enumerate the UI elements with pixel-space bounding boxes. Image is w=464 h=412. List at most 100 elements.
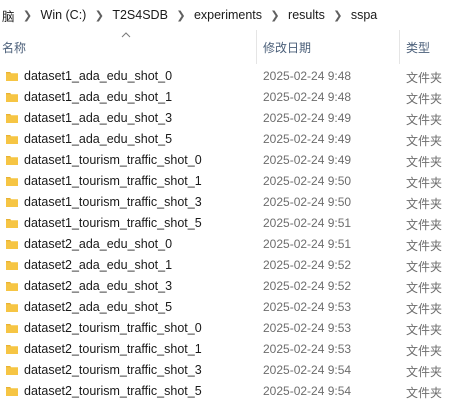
file-type: 文件夹 <box>406 197 443 211</box>
folder-icon <box>6 345 18 354</box>
column-divider[interactable] <box>399 30 400 64</box>
file-row[interactable]: dataset2_ada_edu_shot_3 2025-02-24 9:52 文件… <box>0 276 464 297</box>
file-row[interactable]: dataset2_tourism_traffic_shot_5 2025-02-2… <box>0 381 464 402</box>
file-name: dataset1_tourism_traffic_shot_0 <box>24 153 202 167</box>
file-row[interactable]: dataset2_ada_edu_shot_0 2025-02-24 9:51 文件… <box>0 234 464 255</box>
address-bar[interactable]: 脑 ❯ Win (C:) ❯ T2S4SDB ❯ experiments ❯ r… <box>0 0 464 31</box>
file-row[interactable]: dataset1_tourism_traffic_shot_3 2025-02-2… <box>0 192 464 213</box>
folder-icon <box>6 72 18 81</box>
file-type: 文件夹 <box>406 365 443 379</box>
file-row[interactable]: dataset1_ada_edu_shot_3 2025-02-24 9:49 文件… <box>0 108 464 129</box>
file-modified-date: 2025-02-24 9:51 <box>263 237 352 251</box>
file-type: 文件夹 <box>406 134 443 148</box>
folder-icon <box>6 198 18 207</box>
file-row[interactable]: dataset1_ada_edu_shot_0 2025-02-24 9:48 文件… <box>0 66 464 87</box>
column-divider[interactable] <box>256 30 257 64</box>
folder-icon <box>6 93 18 102</box>
file-modified-date: 2025-02-24 9:49 <box>263 111 352 125</box>
file-row[interactable]: dataset2_ada_edu_shot_5 2025-02-24 9:53 文件… <box>0 297 464 318</box>
file-row[interactable]: dataset1_ada_edu_shot_5 2025-02-24 9:49 文件… <box>0 129 464 150</box>
file-name: dataset1_ada_edu_shot_1 <box>24 90 173 104</box>
file-row[interactable]: dataset2_tourism_traffic_shot_3 2025-02-2… <box>0 360 464 381</box>
column-header-row: 名称 修改日期 类型 <box>0 30 464 64</box>
file-modified-date: 2025-02-24 9:50 <box>263 195 352 209</box>
file-type: 文件夹 <box>406 386 443 400</box>
file-modified-date: 2025-02-24 9:53 <box>263 321 352 335</box>
file-modified-date: 2025-02-24 9:52 <box>263 258 352 272</box>
breadcrumb-item[interactable]: 脑 <box>0 6 17 25</box>
column-header-name[interactable]: 名称 <box>2 39 26 56</box>
file-name: dataset1_ada_edu_shot_5 <box>24 132 173 146</box>
sort-ascending-icon <box>121 32 131 38</box>
file-modified-date: 2025-02-24 9:49 <box>263 132 352 146</box>
file-name: dataset2_ada_edu_shot_3 <box>24 279 173 293</box>
column-header-type[interactable]: 类型 <box>406 39 430 56</box>
breadcrumb-item[interactable]: experiments <box>192 8 264 22</box>
folder-icon <box>6 366 18 375</box>
file-modified-date: 2025-02-24 9:53 <box>263 342 352 356</box>
file-name: dataset2_tourism_traffic_shot_5 <box>24 384 202 398</box>
file-row[interactable]: dataset1_tourism_traffic_shot_0 2025-02-2… <box>0 150 464 171</box>
file-type: 文件夹 <box>406 113 443 127</box>
breadcrumb-item[interactable]: results <box>286 8 327 22</box>
file-modified-date: 2025-02-24 9:52 <box>263 279 352 293</box>
file-type: 文件夹 <box>406 92 443 106</box>
file-modified-date: 2025-02-24 9:49 <box>263 153 352 167</box>
file-modified-date: 2025-02-24 9:51 <box>263 216 352 230</box>
chevron-right-icon[interactable]: ❯ <box>170 9 192 22</box>
file-type: 文件夹 <box>406 323 443 337</box>
file-name: dataset2_tourism_traffic_shot_1 <box>24 342 202 356</box>
file-row[interactable]: dataset1_ada_edu_shot_1 2025-02-24 9:48 文件… <box>0 87 464 108</box>
file-type: 文件夹 <box>406 344 443 358</box>
file-name: dataset1_tourism_traffic_shot_3 <box>24 195 202 209</box>
folder-icon <box>6 387 18 396</box>
file-name: dataset1_tourism_traffic_shot_5 <box>24 216 202 230</box>
file-name: dataset2_ada_edu_shot_5 <box>24 300 173 314</box>
chevron-right-icon[interactable]: ❯ <box>17 9 39 22</box>
chevron-right-icon[interactable]: ❯ <box>88 9 110 22</box>
file-type: 文件夹 <box>406 302 443 316</box>
file-row[interactable]: dataset1_tourism_traffic_shot_5 2025-02-2… <box>0 213 464 234</box>
file-type: 文件夹 <box>406 260 443 274</box>
breadcrumb-item[interactable]: T2S4SDB <box>110 8 170 22</box>
file-name: dataset2_tourism_traffic_shot_0 <box>24 321 202 335</box>
file-name: dataset1_tourism_traffic_shot_1 <box>24 174 202 188</box>
file-type: 文件夹 <box>406 155 443 169</box>
file-modified-date: 2025-02-24 9:54 <box>263 363 352 377</box>
folder-icon <box>6 324 18 333</box>
file-type: 文件夹 <box>406 239 443 253</box>
breadcrumb-item[interactable]: sspa <box>349 8 379 22</box>
folder-icon <box>6 177 18 186</box>
chevron-right-icon[interactable]: ❯ <box>264 9 286 22</box>
file-name: dataset1_ada_edu_shot_3 <box>24 111 173 125</box>
file-modified-date: 2025-02-24 9:48 <box>263 69 352 83</box>
file-type: 文件夹 <box>406 176 443 190</box>
file-type: 文件夹 <box>406 281 443 295</box>
breadcrumb-item[interactable]: Win (C:) <box>39 8 89 22</box>
folder-icon <box>6 282 18 291</box>
file-name: dataset1_ada_edu_shot_0 <box>24 69 173 83</box>
file-row[interactable]: dataset2_ada_edu_shot_1 2025-02-24 9:52 文件… <box>0 255 464 276</box>
file-type: 文件夹 <box>406 71 443 85</box>
file-modified-date: 2025-02-24 9:48 <box>263 90 352 104</box>
folder-icon <box>6 261 18 270</box>
folder-icon <box>6 303 18 312</box>
file-name: dataset2_tourism_traffic_shot_3 <box>24 363 202 377</box>
file-modified-date: 2025-02-24 9:53 <box>263 300 352 314</box>
file-row[interactable]: dataset1_tourism_traffic_shot_1 2025-02-2… <box>0 171 464 192</box>
file-row[interactable]: dataset2_tourism_traffic_shot_1 2025-02-2… <box>0 339 464 360</box>
column-header-date[interactable]: 修改日期 <box>263 39 311 56</box>
file-modified-date: 2025-02-24 9:54 <box>263 384 352 398</box>
file-modified-date: 2025-02-24 9:50 <box>263 174 352 188</box>
file-list: dataset1_ada_edu_shot_0 2025-02-24 9:48 文件… <box>0 66 464 402</box>
folder-icon <box>6 240 18 249</box>
folder-icon <box>6 156 18 165</box>
file-row[interactable]: dataset2_tourism_traffic_shot_0 2025-02-2… <box>0 318 464 339</box>
folder-icon <box>6 219 18 228</box>
folder-icon <box>6 114 18 123</box>
file-name: dataset2_ada_edu_shot_0 <box>24 237 173 251</box>
file-name: dataset2_ada_edu_shot_1 <box>24 258 173 272</box>
file-type: 文件夹 <box>406 218 443 232</box>
folder-icon <box>6 135 18 144</box>
chevron-right-icon[interactable]: ❯ <box>327 9 349 22</box>
